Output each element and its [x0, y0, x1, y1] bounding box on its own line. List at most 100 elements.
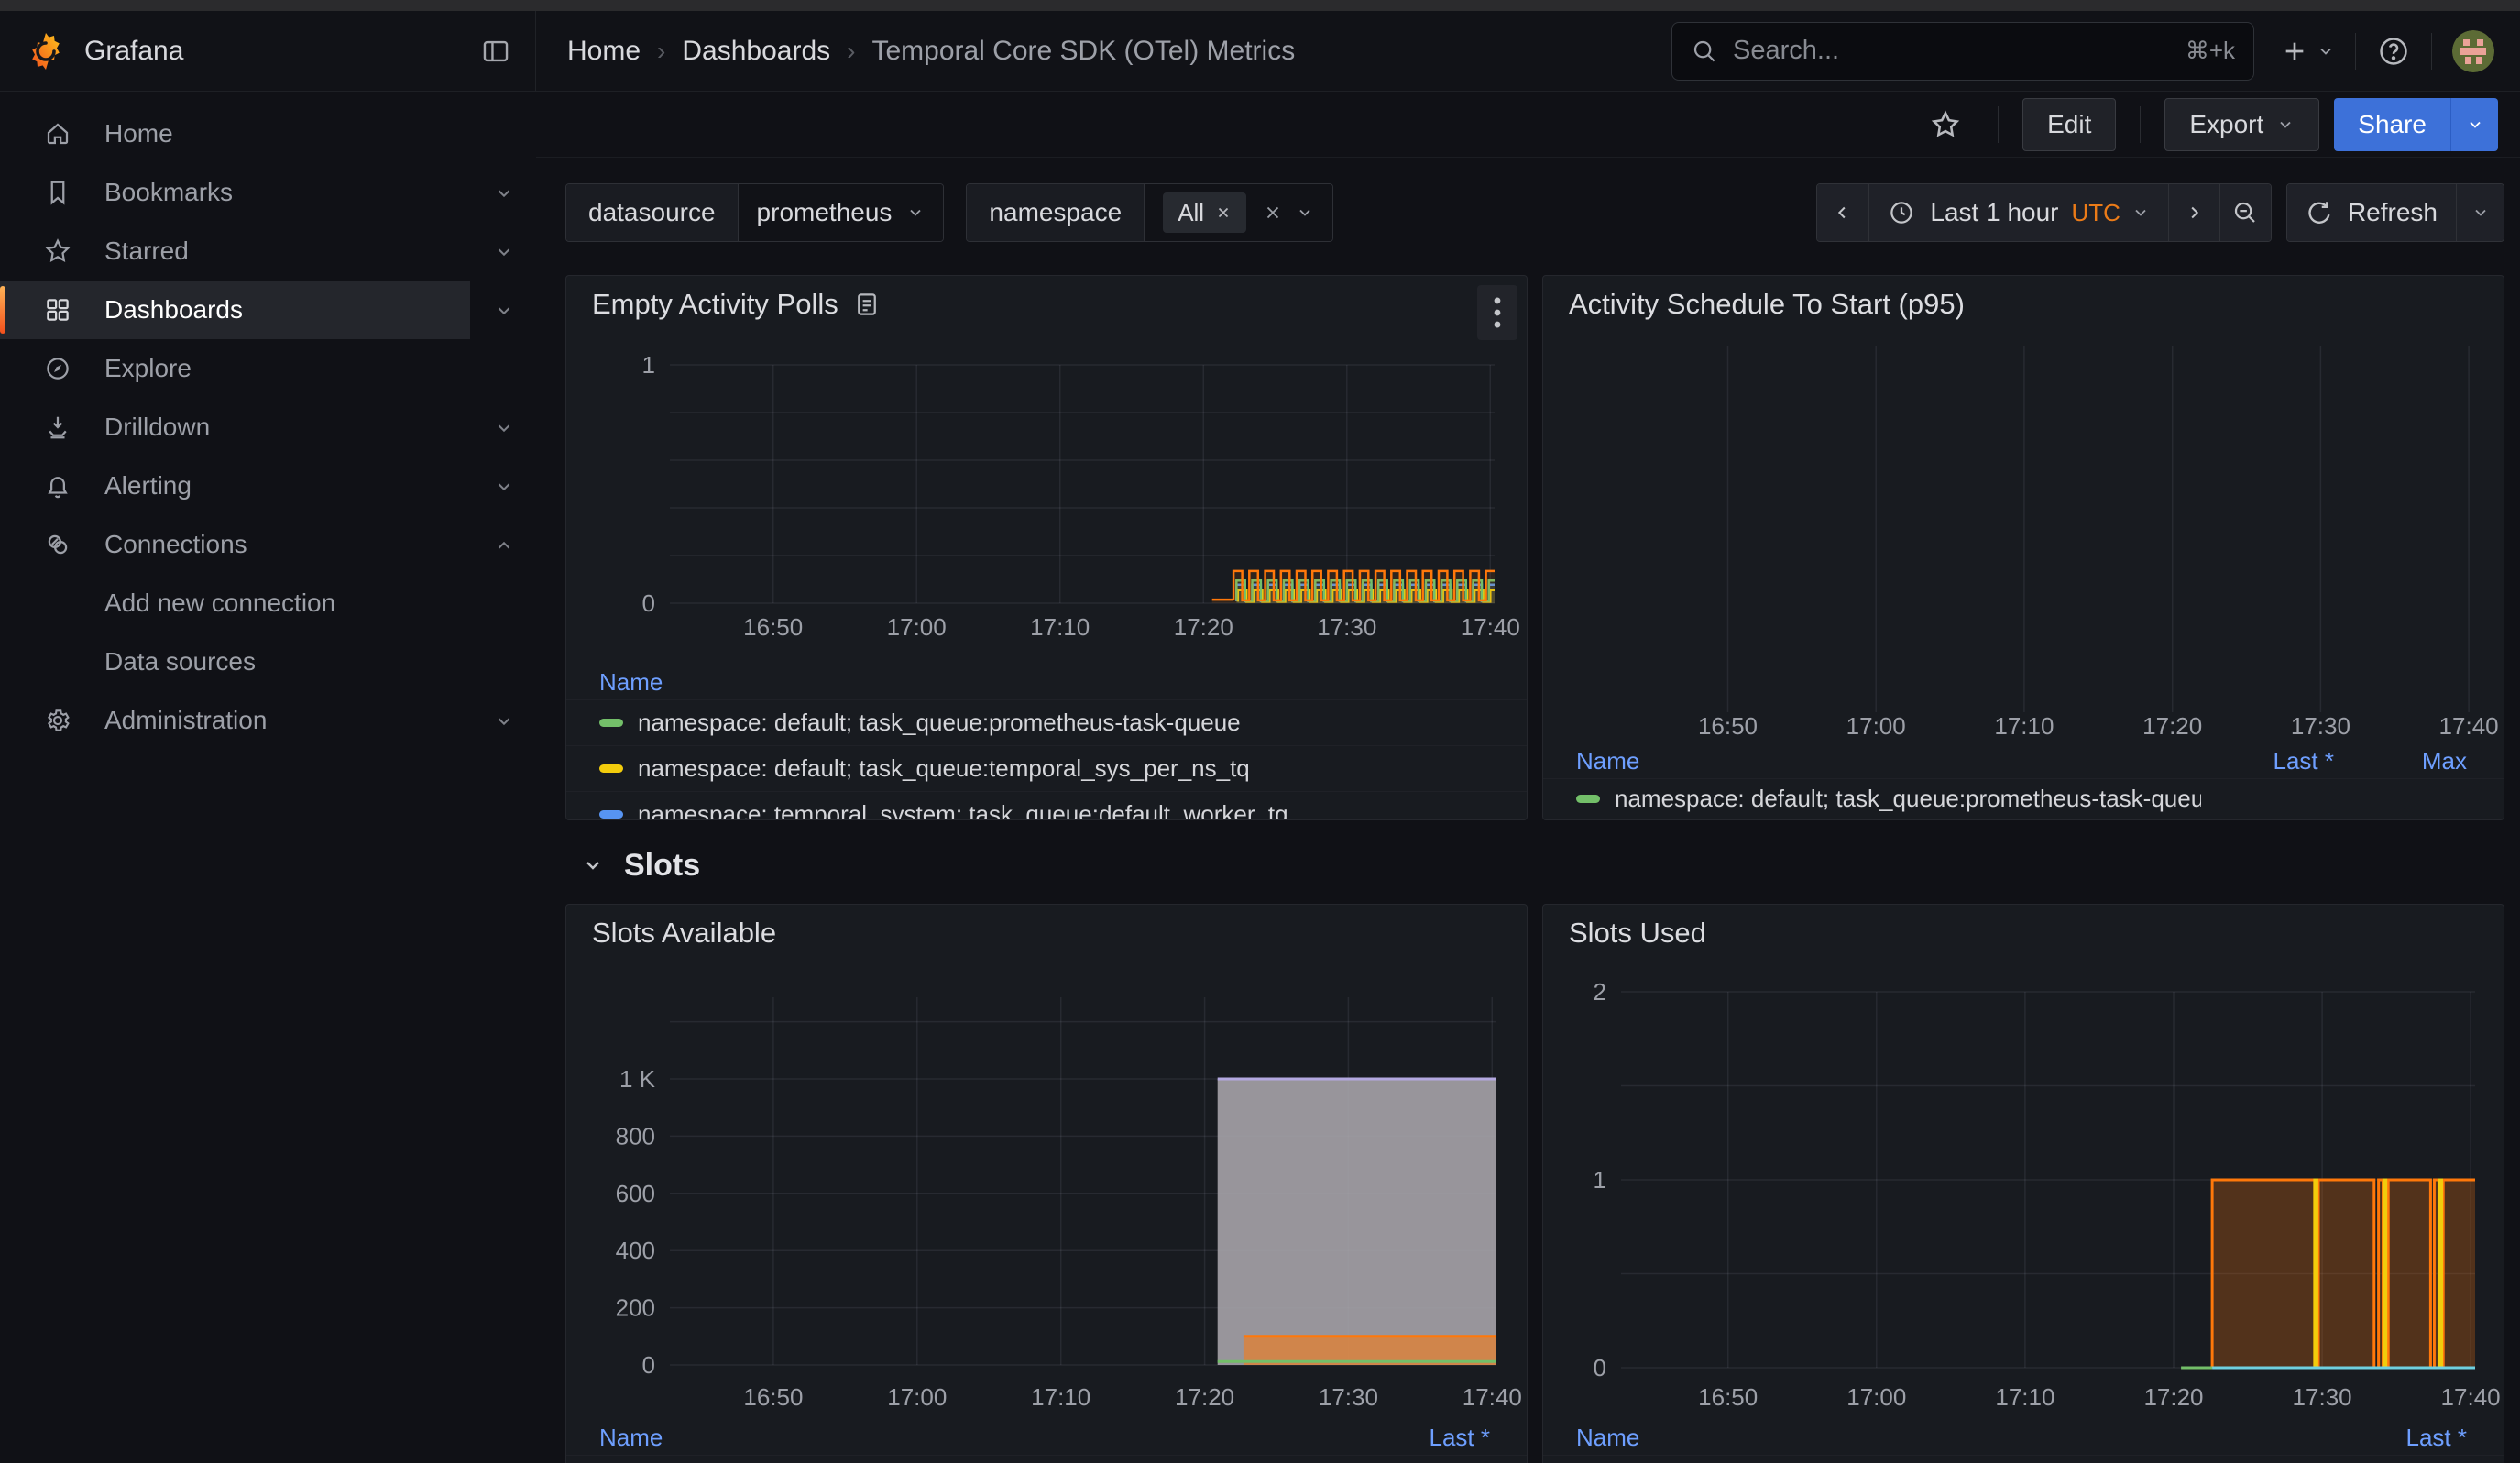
breadcrumb-dashboards[interactable]: Dashboards	[682, 36, 830, 67]
svg-text:17:20: 17:20	[2143, 1383, 2203, 1411]
panel-title[interactable]: Empty Activity Polls	[592, 288, 838, 321]
panel-title[interactable]: Slots Available	[592, 917, 776, 950]
panel-description-icon[interactable]	[853, 291, 881, 318]
remove-chip-icon[interactable]	[1215, 204, 1232, 221]
datasource-filter-value[interactable]: prometheus	[739, 184, 944, 241]
edit-button[interactable]: Edit	[2022, 98, 2116, 151]
zoom-out-icon[interactable]	[2219, 184, 2271, 241]
chevron-down-icon[interactable]	[494, 477, 514, 501]
filter-row: datasource prometheus namespace All	[565, 182, 2504, 244]
empty-activity-polls-chart[interactable]: 16:5017:0017:1017:2017:3017:4010	[566, 327, 1527, 650]
search-input[interactable]	[1733, 36, 2186, 66]
namespace-all-chip[interactable]: All	[1163, 192, 1246, 233]
series-name[interactable]: namespace: default; task_queue:temporal_…	[638, 754, 1490, 783]
panel-menu-kebab-icon[interactable]	[1477, 285, 1517, 340]
legend-row[interactable]: namespace: default; task_queue:prometheu…	[1543, 778, 2504, 819]
legend-row[interactable]: namespace: default; task_queue:prometheu…	[1543, 1455, 2504, 1463]
series-swatch[interactable]	[599, 810, 623, 819]
refresh-interval-button[interactable]	[2456, 184, 2504, 241]
share-menu-button[interactable]	[2450, 98, 2498, 151]
chevron-down-icon[interactable]	[494, 183, 514, 208]
series-name[interactable]: namespace: default; task_queue:prometheu…	[638, 709, 1490, 737]
series-swatch[interactable]	[599, 764, 623, 773]
sidebar-item-label: Add new connection	[104, 588, 335, 618]
time-shift-back-button[interactable]	[1817, 184, 1868, 241]
search-shortcut: ⌘+k	[2186, 37, 2235, 65]
svg-text:17:30: 17:30	[2293, 1383, 2352, 1411]
sidebar-item-add-new-connection[interactable]: Add new connection	[0, 574, 470, 632]
svg-text:17:40: 17:40	[1461, 613, 1520, 641]
datasource-filter-label[interactable]: datasource	[566, 184, 739, 241]
chevron-up-icon[interactable]	[494, 535, 514, 560]
panel-header: Slots Available	[566, 905, 1527, 956]
sidebar-item-alerting[interactable]: Alerting	[0, 456, 470, 515]
panel-activity-schedule-to-start: Activity Schedule To Start (p95) 16:5017…	[1542, 275, 2504, 820]
chevron-down-icon[interactable]	[494, 301, 514, 325]
legend-col[interactable]: Max	[2334, 747, 2467, 776]
legend-col[interactable]: Last *	[2334, 1424, 2467, 1452]
time-range-picker[interactable]: Last 1 hour UTC	[1868, 184, 2168, 241]
namespace-filter-label[interactable]: namespace	[967, 184, 1145, 241]
series-name[interactable]: namespace: default; task_queue:prometheu…	[1615, 785, 2201, 813]
legend-row[interactable]: namespace: temporal_system; task_queue:d…	[566, 791, 1527, 820]
sidebar-item-administration[interactable]: Administration	[0, 691, 470, 750]
legend-row[interactable]: namespace: default; task_queue:prometheu…	[566, 699, 1527, 745]
legend-row[interactable]: namespace: default; task_queue:prometheu…	[566, 1455, 1527, 1463]
sidebar-item-explore[interactable]: Explore	[0, 339, 470, 398]
export-button[interactable]: Export	[2164, 98, 2319, 151]
legend-row[interactable]: namespace: default; task_queue:temporal_…	[566, 745, 1527, 791]
clear-filter-icon[interactable]	[1263, 203, 1283, 223]
chevron-down-icon	[2276, 116, 2295, 134]
legend-col-name[interactable]: Name	[599, 1424, 1357, 1452]
slots-available-chart[interactable]: 16:5017:0017:1017:2017:3017:400200400600…	[566, 956, 1527, 1414]
sidebar-item-data-sources[interactable]: Data sources	[0, 632, 470, 691]
panel-header: Activity Schedule To Start (p95)	[1543, 276, 2504, 327]
chevron-down-icon[interactable]	[494, 418, 514, 443]
share-button[interactable]: Share	[2334, 98, 2450, 151]
sidebar-item-label: Starred	[104, 236, 189, 266]
add-new-button[interactable]	[2280, 37, 2335, 66]
legend-col-name[interactable]: Name	[1576, 1424, 2334, 1452]
sidebar-item-dashboards[interactable]: Dashboards	[0, 280, 470, 339]
section-slots[interactable]: Slots	[565, 839, 2504, 892]
series-swatch[interactable]	[599, 719, 623, 727]
breadcrumb-separator: ›	[657, 37, 665, 66]
sidebar-item-connections[interactable]: Connections	[0, 515, 470, 574]
sidebar-toggle-icon[interactable]	[480, 36, 511, 67]
sidebar-item-starred[interactable]: Starred	[0, 222, 470, 280]
favorite-star-icon[interactable]	[1930, 109, 1961, 140]
dashboard-toolbar: Edit Export Share	[536, 92, 2520, 158]
chevron-down-icon[interactable]	[494, 711, 514, 736]
series-swatch[interactable]	[1576, 795, 1600, 803]
activity-schedule-chart[interactable]: 16:5017:0017:1017:2017:3017:40	[1543, 327, 2504, 740]
breadcrumb-home[interactable]: Home	[567, 36, 641, 67]
legend-col[interactable]: Last *	[1357, 1424, 1490, 1452]
slots-used-chart[interactable]: 16:5017:0017:1017:2017:3017:40012	[1543, 956, 2504, 1414]
svg-text:0: 0	[642, 1351, 655, 1379]
series-name[interactable]: namespace: temporal_system; task_queue:d…	[638, 800, 1490, 820]
namespace-filter-value[interactable]: All	[1145, 184, 1332, 241]
sidebar-item-home[interactable]: Home	[0, 104, 470, 163]
panel-title[interactable]: Activity Schedule To Start (p95)	[1569, 288, 1965, 321]
refresh-button[interactable]: Refresh	[2287, 184, 2456, 241]
connections-icon	[44, 531, 71, 558]
sidebar-item-drilldown[interactable]: Drilldown	[0, 398, 470, 456]
legend-col[interactable]: Last *	[2201, 747, 2334, 776]
chevron-down-icon[interactable]	[1296, 204, 1314, 222]
search-box[interactable]: ⌘+k	[1671, 22, 2254, 81]
svg-text:17:40: 17:40	[1463, 1383, 1522, 1411]
chart-legend: NameLast * namespace: default; task_queue…	[1543, 1414, 2504, 1463]
legend-col-name[interactable]: Name	[599, 668, 1490, 697]
chevron-down-icon[interactable]	[494, 242, 514, 267]
panel-title[interactable]: Slots Used	[1569, 917, 1706, 950]
time-shift-forward-button[interactable]	[2168, 184, 2219, 241]
help-icon[interactable]	[2376, 34, 2411, 69]
legend-col-name[interactable]: Name	[1576, 747, 2201, 776]
breadcrumb-current: Temporal Core SDK (OTel) Metrics	[871, 36, 1295, 67]
home-icon	[44, 120, 71, 148]
grafana-logo-icon[interactable]	[26, 31, 66, 72]
avatar[interactable]	[2452, 30, 2494, 72]
sidebar-item-bookmarks[interactable]: Bookmarks	[0, 163, 470, 222]
svg-text:17:40: 17:40	[2441, 1383, 2501, 1411]
divider	[2431, 33, 2432, 70]
